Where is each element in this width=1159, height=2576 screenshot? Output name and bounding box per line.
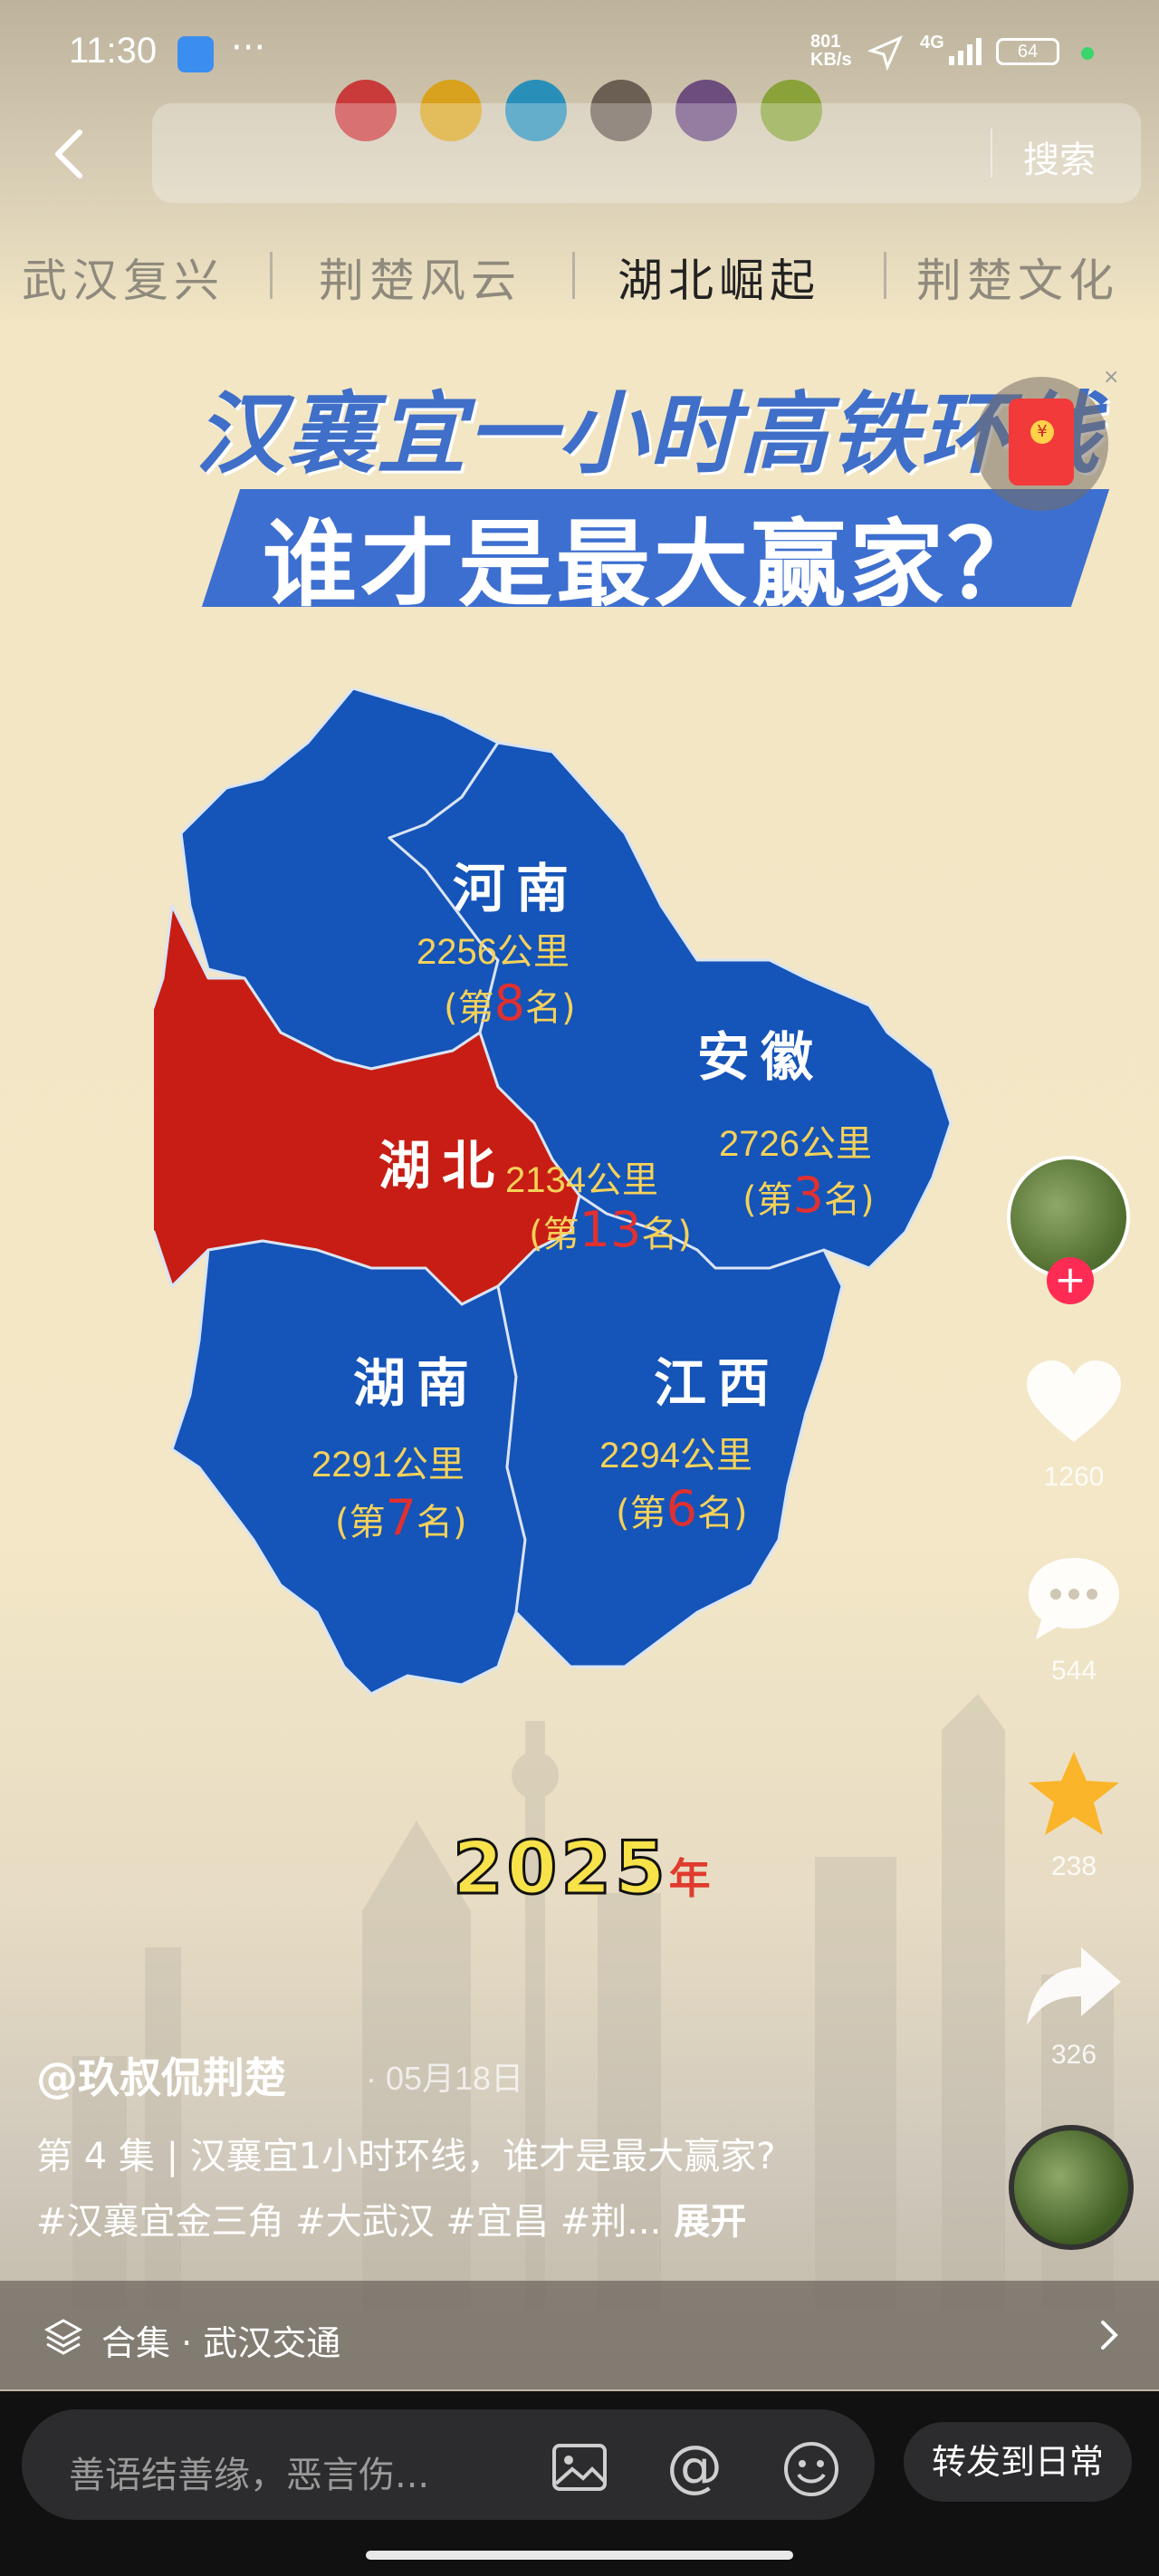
image-icon[interactable] — [551, 2442, 608, 2493]
rank-prefix: (第 — [616, 1493, 666, 1534]
favorite-count: 238 — [1050, 1851, 1097, 1881]
hubei-distance: 2134公里 — [505, 1160, 658, 1200]
favorite-star-icon[interactable] — [1023, 1748, 1125, 1839]
net-speed-value: 801 — [810, 32, 841, 52]
like-count: 1260 — [1043, 1462, 1105, 1492]
search-button[interactable]: 搜索 — [1023, 130, 1096, 183]
rank-number: 8 — [493, 975, 525, 1032]
year-suffix: 年 — [668, 1854, 714, 1903]
network-type: 4G — [920, 33, 944, 53]
rank-prefix: (第 — [444, 987, 494, 1029]
expand-button[interactable]: 展开 — [674, 2201, 746, 2243]
red-envelope-icon: ¥ — [1009, 399, 1074, 485]
hunan-label: 湖南 — [353, 1352, 481, 1414]
like-heart-icon[interactable] — [1023, 1359, 1125, 1449]
comment-placeholder: 善语结善缘，恶言伤... — [69, 2455, 430, 2496]
collection-bar[interactable]: 合集 · 武汉交通 — [0, 2281, 1159, 2389]
rank-number: 7 — [385, 1489, 417, 1546]
battery-icon: 64 — [996, 38, 1059, 65]
hunan-rank: (第7名) — [335, 1489, 467, 1546]
tab-divider — [270, 252, 273, 299]
jiangxi-distance: 2294公里 — [599, 1436, 752, 1475]
collection-label: 合集 · 武汉交通 — [101, 2323, 341, 2363]
tab-divider — [884, 252, 886, 299]
status-bar: 11:30 ··· 801 KB/s 4G 64 — [0, 0, 1159, 109]
post-date: · 05月18日 — [366, 2060, 524, 2097]
rank-number: 13 — [579, 1201, 642, 1258]
comment-count: 544 — [1050, 1656, 1097, 1686]
hubei-label: 湖北 — [378, 1135, 506, 1197]
rank-prefix: (第 — [335, 1502, 386, 1543]
video-title-line2: 谁才是最大赢家？ — [263, 509, 1046, 620]
location-arrow-icon — [867, 35, 903, 71]
video-description: 第 4 集 | 汉襄宜1小时环线，谁才是最大赢家? — [36, 2136, 776, 2177]
video-hashtags: #汉襄宜金三角 #大武汉 #宜昌 #荆... 展开 — [36, 2192, 746, 2244]
comment-icon[interactable] — [1023, 1552, 1125, 1643]
bottom-bar: 善语结善缘，恶言伤... @ 转发到日常 — [0, 2391, 1159, 2576]
rank-suffix: 名) — [641, 1214, 692, 1255]
rank-suffix: 名) — [524, 987, 576, 1029]
search-divider — [991, 129, 992, 178]
back-icon[interactable] — [47, 127, 92, 181]
tab-wuhan-revival: 武汉复兴 — [22, 255, 225, 307]
network-speed: 801 KB/s — [810, 33, 852, 69]
rank-suffix: 名) — [696, 1493, 748, 1534]
net-speed-unit: KB/s — [810, 50, 852, 70]
year-value: 2025 — [452, 1825, 669, 1912]
chevron-right-icon — [1101, 2321, 1118, 2350]
close-icon[interactable]: × — [1103, 366, 1119, 389]
music-disc-icon[interactable] — [1009, 2125, 1134, 2250]
rank-prefix: (第 — [529, 1214, 580, 1255]
battery-level: 64 — [1017, 42, 1039, 62]
red-envelope-button[interactable]: ¥ — [974, 377, 1108, 511]
jiangxi-label: 江西 — [654, 1352, 781, 1414]
henan-distance: 2256公里 — [417, 932, 570, 972]
share-count: 326 — [1050, 2040, 1097, 2070]
emoji-icon[interactable] — [782, 2440, 840, 2498]
comment-input[interactable]: 善语结善缘，恶言伤... @ — [22, 2409, 875, 2520]
signal-bars-icon — [949, 38, 982, 65]
rank-prefix: (第 — [742, 1179, 793, 1221]
anhui-rank: (第3名) — [742, 1167, 875, 1224]
anhui-label: 安徽 — [697, 1026, 825, 1088]
layers-icon — [43, 2319, 83, 2355]
tab-jingchu-culture: 荆楚文化 — [916, 255, 1119, 307]
hunan-distance: 2291公里 — [311, 1445, 465, 1485]
rank-suffix: 名) — [416, 1502, 467, 1543]
home-indicator[interactable] — [366, 2551, 793, 2560]
henan-label: 河南 — [453, 858, 580, 919]
henan-rank: (第8名) — [444, 975, 576, 1032]
provinces-map: 河南 2256公里 (第8名) 安徽 2726公里 (第3名) 湖北 2134公… — [116, 687, 987, 1712]
tab-divider — [572, 252, 575, 299]
notification-app-icon — [177, 36, 214, 72]
video-title-line1: 汉襄宜一小时高铁环线 — [196, 383, 1102, 486]
rank-number: 3 — [792, 1167, 824, 1224]
coin-icon: ¥ — [1030, 420, 1054, 444]
more-notifications-icon: ··· — [231, 27, 266, 69]
mention-icon[interactable]: @ — [666, 2433, 723, 2499]
share-icon[interactable] — [1023, 1942, 1125, 2033]
year-caption: 2025年 — [452, 1825, 714, 1912]
hashtags-text[interactable]: #汉襄宜金三角 #大武汉 #宜昌 #荆... — [36, 2201, 661, 2243]
search-bar[interactable]: 搜索 — [152, 103, 1141, 203]
rank-number: 6 — [666, 1480, 697, 1537]
jiangxi-rank: (第6名) — [616, 1480, 748, 1537]
hubei-rank: (第13名) — [529, 1201, 692, 1258]
anhui-distance: 2726公里 — [719, 1124, 872, 1164]
author-name[interactable]: @玖叔侃荆楚 — [36, 2045, 286, 2105]
follow-button[interactable]: + — [1047, 1257, 1094, 1304]
tab-jingchu-fengyun: 荆楚风云 — [319, 255, 522, 307]
rank-suffix: 名) — [823, 1179, 875, 1221]
video-category-tabs: 武汉复兴 荆楚风云 湖北崛起 荆楚文化 — [0, 245, 1159, 308]
status-time: 11:30 — [69, 31, 158, 71]
tab-hubei-rise: 湖北崛起 — [618, 255, 820, 307]
privacy-indicator-icon — [1081, 47, 1094, 60]
share-to-daily-button[interactable]: 转发到日常 — [904, 2422, 1132, 2502]
